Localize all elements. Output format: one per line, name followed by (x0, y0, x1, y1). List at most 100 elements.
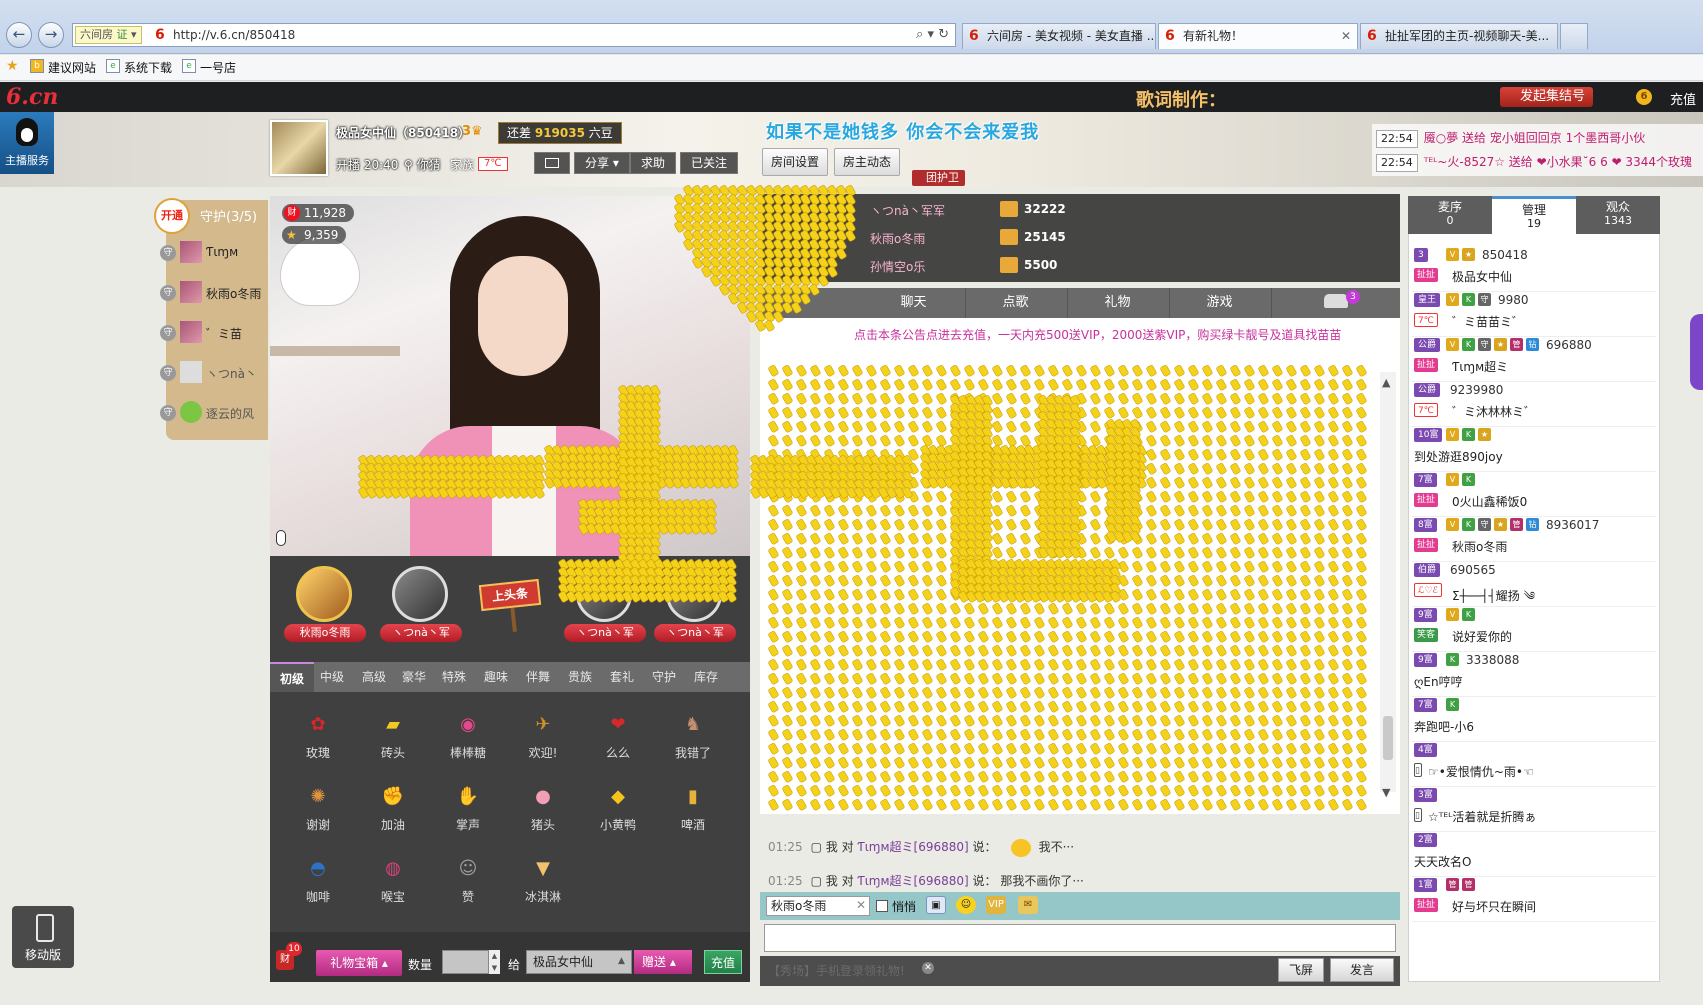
user-list-item[interactable]: 7富 V K 扯扯 0火山鑫稀饭0 (1412, 469, 1656, 517)
share-button[interactable]: 分享 ▾ (574, 152, 630, 174)
recharge-link[interactable]: 充值 (1670, 89, 1696, 108)
rank-slot[interactable]: ヽつnà丶军 (564, 566, 646, 656)
guard-member[interactable]: 守ヽつnà丶 (160, 358, 268, 388)
gift-item[interactable]: ▰ 砖头 (363, 710, 423, 770)
guard-member[interactable]: 守秋雨o冬雨 (160, 278, 268, 308)
user-list-item[interactable]: 3富 ▯ ☆ᵀᴱᴸ活着就是折腾ぁ (1412, 784, 1656, 832)
mobile-login-promo[interactable]: 【秀场】手机登录领礼物! (768, 962, 905, 979)
emoji-icon[interactable]: ☺ (956, 896, 976, 914)
send-message-button[interactable]: 发言 (1330, 958, 1394, 982)
host-service-tab[interactable]: 主播服务 (0, 112, 54, 174)
gift-treasure-button[interactable]: 礼物宝箱 ▴ (316, 950, 402, 976)
host-dynamics-button[interactable]: 房主动态 (834, 148, 901, 176)
close-tab-icon[interactable]: ✕ (1341, 24, 1351, 48)
guard-team-badge[interactable]: 团护卫 (912, 170, 965, 186)
gift-item[interactable]: ▮ 啤酒 (663, 782, 723, 842)
rally-button[interactable]: 发起集结号 (1500, 87, 1594, 107)
favorites-star-icon[interactable]: ★ (6, 58, 19, 74)
user-list-item[interactable]: 8富 V K 守 ★ 管钻 8936017 扯扯 秋雨o冬雨 (1412, 514, 1656, 562)
back-arrow-icon[interactable]: ← (6, 22, 32, 48)
guard-member[interactable]: 守 Ƭιɱᴍ (160, 238, 268, 268)
chat-tab[interactable]: 游戏 (1168, 288, 1272, 318)
user-tab[interactable]: 管理 19 (1492, 196, 1576, 234)
user-list-item[interactable]: 皇王 V K 守 9980 7℃ ゛ミ苗苗ミ゛ (1412, 289, 1656, 337)
contributor-row[interactable]: 孙情空o乐 5500 (760, 252, 1400, 280)
chevron-down-icon[interactable]: ▼ (1382, 786, 1390, 799)
address-bar[interactable]: 六间房 证 ▾ 6 http://v.6.cn/850418 ⌕ ▾ ↻ (72, 23, 956, 47)
side-widget-tab[interactable] (1690, 314, 1703, 390)
guard-member[interactable]: 守逐云的风 (160, 398, 268, 428)
message-button[interactable] (534, 152, 570, 174)
user-list-item[interactable]: 公爵 V K 守 ★ 管钻 696880 扯扯 Ƭιɱᴍ超ミ (1412, 334, 1656, 382)
quantity-stepper[interactable]: ▲ ▼ (488, 950, 500, 974)
contributor-row[interactable]: 秋雨o冬雨 25145 (760, 224, 1400, 252)
chat-scroll-thumb[interactable] (1383, 716, 1393, 760)
gift-tab[interactable]: 伴舞 (526, 662, 550, 692)
site-logo[interactable]: 6.cn (6, 84, 58, 110)
chat-tab[interactable]: 礼物 (1066, 288, 1170, 318)
favorite-item[interactable]: b 建议网站 (30, 59, 96, 76)
gift-item[interactable]: ◓ 咖啡 (288, 854, 348, 914)
gift-tab[interactable]: 贵族 (568, 662, 592, 692)
close-icon[interactable]: ✕ (856, 898, 866, 912)
gift-tab[interactable]: 套礼 (610, 662, 634, 692)
gift-item[interactable]: ☺ 赞 (438, 854, 498, 914)
favorite-item[interactable]: e 一号店 (182, 59, 236, 76)
chat-announcement[interactable]: 点击本条公告点进去充值，一天内充500送VIP，2000送紫VIP，购买绿卡靓号… (854, 326, 1341, 343)
search-refresh-icon[interactable]: ⌕ ▾ ↻ (916, 27, 949, 42)
close-icon[interactable]: ✕ (922, 962, 934, 974)
gift-tool-icon[interactable]: ✉ (1018, 896, 1038, 914)
gift-tab[interactable]: 守护 (652, 662, 676, 692)
user-list-item[interactable]: 伯爵 690565 ℒ♡ℰ Σ┼──┤┤耀扬 ༄ (1412, 559, 1656, 607)
guard-member[interactable]: 守゛ミ苗 (160, 318, 268, 348)
gift-item[interactable]: ♞ 我错了 (663, 710, 723, 770)
gift-item[interactable]: ▼ 冰淇淋 (513, 854, 573, 914)
vip-icon[interactable]: VIP (986, 896, 1006, 914)
favorite-item[interactable]: e 系统下载 (106, 59, 172, 76)
gift-item[interactable]: ✿ 玫瑰 (288, 710, 348, 770)
user-list-item[interactable]: 2富 天天改名O (1412, 829, 1656, 877)
user-list-item[interactable]: 1富管管扯扯 好与坏只在瞬间 (1412, 874, 1656, 922)
gift-tab[interactable]: 特殊 (442, 662, 466, 692)
gift-item[interactable]: ◍ 喉宝 (363, 854, 423, 914)
rank-slot[interactable]: ヽつnà丶军 (380, 566, 462, 656)
new-tab-button[interactable] (1560, 23, 1588, 49)
user-tab[interactable]: 观众 1343 (1576, 196, 1660, 234)
send-gift-button[interactable]: 赠送 ▴ (634, 950, 692, 974)
room-settings-button[interactable]: 房间设置 (762, 148, 829, 176)
browser-tab[interactable]: 6 六间房 - 美女视频 - 美女直播 ... (962, 23, 1156, 49)
user-list-item[interactable]: 公爵 9239980 7℃ ゛ミ沐林林ミ゛ (1412, 379, 1656, 427)
browser-tab[interactable]: 6 扯扯军团的主页-视频聊天-美... (1360, 23, 1558, 49)
microphone-icon[interactable] (276, 530, 286, 546)
whisper-checkbox[interactable] (876, 900, 888, 912)
rank-slot[interactable]: ヽつnà丶军 (654, 566, 736, 656)
gift-tab[interactable]: 豪华 (402, 662, 426, 692)
recipient-select[interactable]: 极品女中仙 (526, 950, 632, 974)
fly-screen-button[interactable]: 飞屏 (1278, 958, 1324, 982)
car-icon[interactable] (1324, 294, 1348, 308)
contributor-row[interactable]: ヽつnà丶军军 32222 (760, 196, 1400, 224)
url-text[interactable]: http://v.6.cn/850418 (173, 28, 295, 42)
gift-item[interactable]: ◆ 小黄鸭 (588, 782, 648, 842)
user-list-item[interactable]: 4富 ▯ ☞•爱恨情仇~雨•☜ (1412, 739, 1656, 787)
recharge-button[interactable]: 充值 (704, 950, 742, 974)
browser-tab[interactable]: 6 有新礼物！ ✕ (1158, 23, 1358, 49)
gift-tab[interactable]: 初级 (270, 662, 315, 692)
gift-item[interactable]: ✺ 谢谢 (288, 782, 348, 842)
user-list-item[interactable]: 10富 V K ★ 到处游逛890joy (1412, 424, 1656, 472)
help-button[interactable]: 求助 (630, 152, 677, 174)
coin-icon[interactable]: 6 (1636, 89, 1652, 105)
chevron-up-icon[interactable]: ▲ (1382, 376, 1390, 389)
gift-tab[interactable]: 库存 (694, 662, 718, 692)
image-icon[interactable]: ▣ (926, 896, 946, 914)
user-list-item[interactable]: 7富 K 奔跑吧-小6 (1412, 694, 1656, 742)
host-avatar[interactable] (270, 120, 328, 176)
forward-arrow-icon[interactable]: → (38, 22, 64, 48)
chat-target-select[interactable]: 秋雨o冬雨 (766, 896, 870, 916)
chat-input[interactable] (764, 924, 1396, 952)
user-list-item[interactable]: 3 V ★ 850418 扯扯 极品女中仙 (1412, 244, 1656, 292)
gift-item[interactable]: ✋ 掌声 (438, 782, 498, 842)
gift-item[interactable]: ◉ 棒棒糖 (438, 710, 498, 770)
gift-tab[interactable]: 趣味 (484, 662, 508, 692)
mobile-version-button[interactable]: 移动版 (12, 906, 74, 968)
